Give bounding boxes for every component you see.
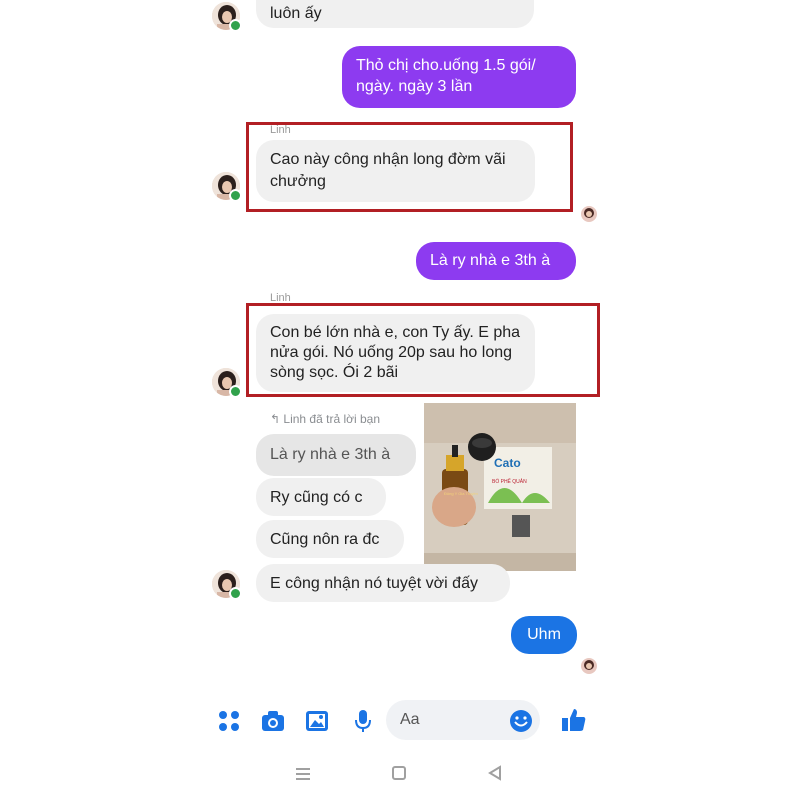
message-incoming[interactable]: E công nhận nó tuyệt vời đấy xyxy=(256,564,510,602)
product-photo-image: Cato BỔ PHẾ QUẢN Đông Y Gia Truyền xyxy=(424,403,576,571)
message-outgoing[interactable]: Là ry nhà e 3th à xyxy=(416,242,576,280)
home-icon[interactable] xyxy=(390,764,408,787)
message-text: Cao này công nhận long đờm vãi chưởng xyxy=(270,151,506,190)
camera-icon[interactable] xyxy=(260,708,286,734)
chat-screen: luôn ấy Thỏ chị cho.uống 1.5 gói/ ngày. … xyxy=(200,0,603,800)
contact-avatar[interactable] xyxy=(212,570,242,600)
message-text: Thỏ chị cho.uống 1.5 gói/ ngày. ngày 3 l… xyxy=(356,57,536,95)
microphone-icon[interactable] xyxy=(350,708,376,734)
message-outgoing[interactable]: Uhm xyxy=(511,616,577,654)
seen-avatar-icon xyxy=(581,206,597,222)
message-input-placeholder: Aa xyxy=(400,711,420,728)
sender-name: Linh xyxy=(270,292,291,304)
message-outgoing[interactable]: Thỏ chị cho.uống 1.5 gói/ ngày. ngày 3 l… xyxy=(342,46,576,108)
message-text: E công nhận nó tuyệt vời đấy xyxy=(270,575,478,592)
message-incoming[interactable]: Cũng nôn ra đc xyxy=(256,520,404,558)
message-text: Là ry nhà e 3th à xyxy=(270,446,391,463)
seen-avatar-icon xyxy=(581,658,597,674)
contact-avatar[interactable] xyxy=(212,172,242,202)
bottle-label-text: Đông Y Gia Truyền xyxy=(444,491,478,496)
menu-dots-icon[interactable] xyxy=(216,708,242,734)
online-indicator xyxy=(229,189,242,202)
contact-avatar[interactable] xyxy=(212,368,242,398)
message-text: luôn ấy xyxy=(270,5,322,22)
message-incoming[interactable]: Con bé lớn nhà e, con Ty ấy. E pha nửa g… xyxy=(256,314,535,392)
reply-arrow-icon: ↰ xyxy=(270,412,281,426)
emoji-icon[interactable] xyxy=(508,708,534,734)
reply-label-text: Linh đã trả lời bạn xyxy=(283,412,381,426)
online-indicator xyxy=(229,385,242,398)
message-text: Ry cũng có c xyxy=(270,489,363,506)
back-icon[interactable] xyxy=(486,764,504,787)
message-incoming[interactable]: Ry cũng có c xyxy=(256,478,386,516)
quoted-message[interactable]: Là ry nhà e 3th à xyxy=(256,434,416,476)
message-incoming[interactable]: Cao này công nhận long đờm vãi chưởng xyxy=(256,140,535,202)
thumbs-up-icon[interactable] xyxy=(560,706,586,732)
sender-name: Linh xyxy=(270,124,291,136)
message-incoming[interactable]: luôn ấy xyxy=(256,0,534,28)
product-sub-text: BỔ PHẾ QUẢN xyxy=(492,478,527,485)
message-text: Là ry nhà e 3th à xyxy=(430,252,551,269)
product-brand-text: Cato xyxy=(494,456,521,470)
contact-avatar[interactable] xyxy=(212,2,242,32)
message-text: Cũng nôn ra đc xyxy=(270,531,380,548)
shared-photo[interactable]: Cato BỔ PHẾ QUẢN Đông Y Gia Truyền xyxy=(424,403,576,571)
image-icon[interactable] xyxy=(304,708,330,734)
online-indicator xyxy=(229,587,242,600)
recent-apps-icon[interactable] xyxy=(294,764,312,787)
message-text: Con bé lớn nhà e, con Ty ấy. E pha nửa g… xyxy=(270,324,521,381)
reply-indicator: ↰ Linh đã trả lời bạn xyxy=(270,412,380,426)
online-indicator xyxy=(229,19,242,32)
message-text: Uhm xyxy=(527,626,561,643)
